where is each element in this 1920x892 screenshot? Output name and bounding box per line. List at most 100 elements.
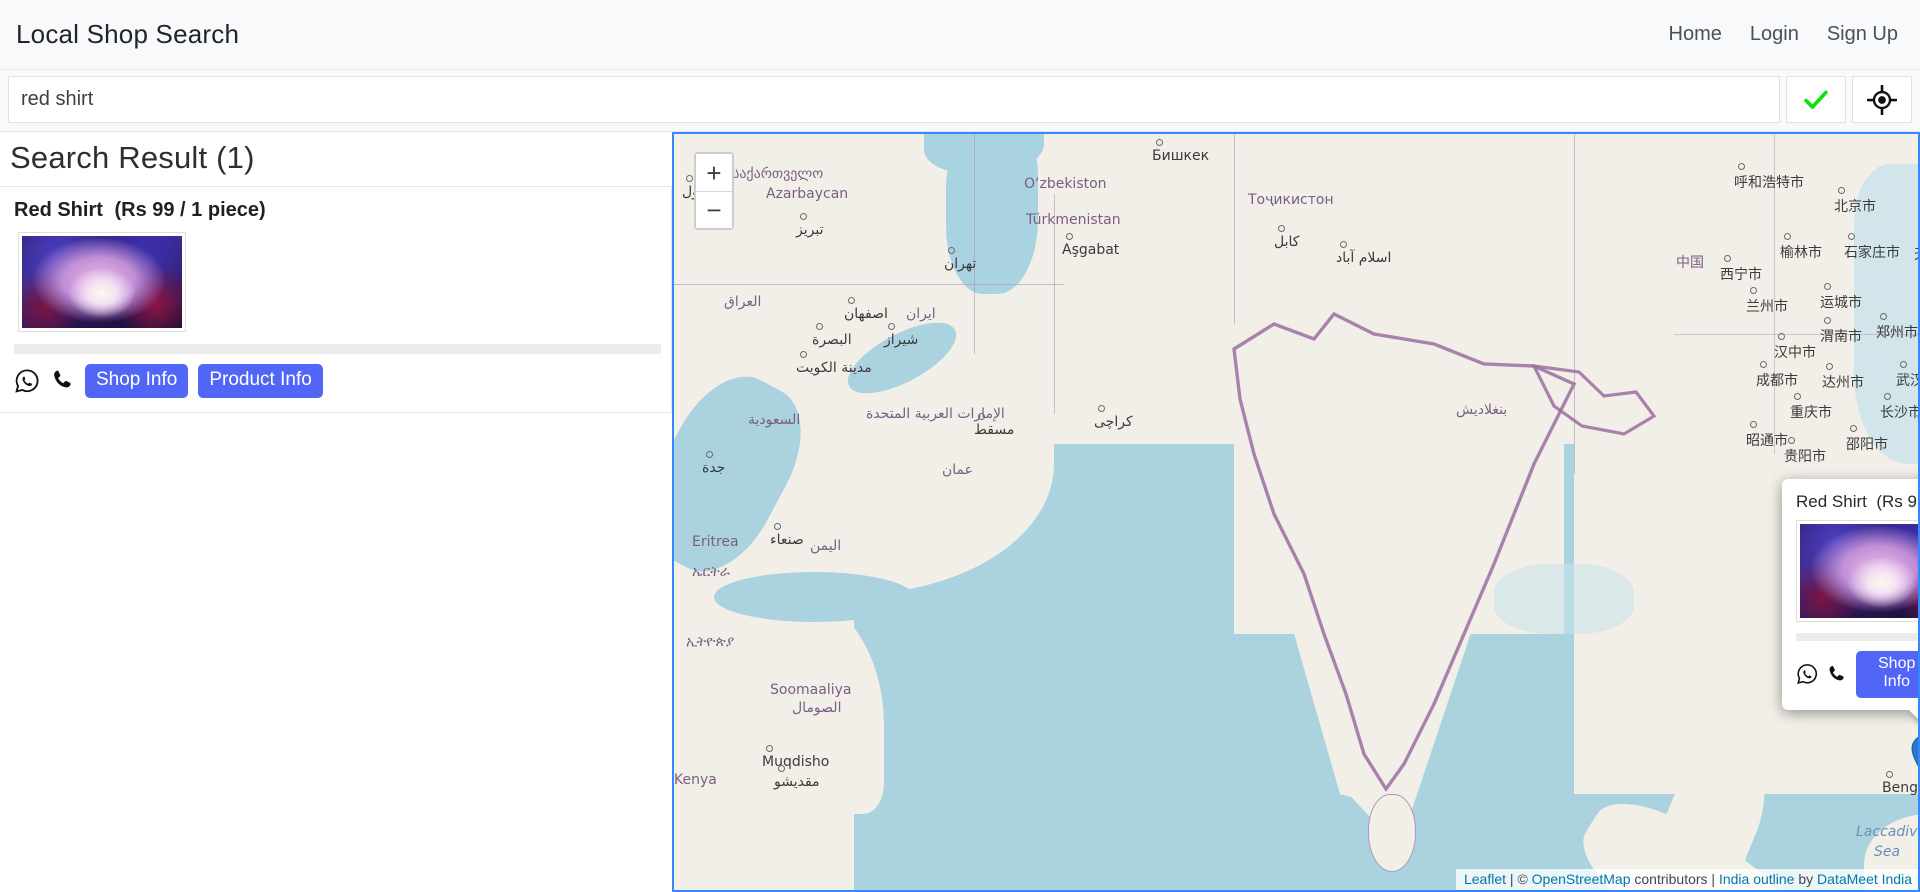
- map-city-dot: [1826, 363, 1833, 370]
- shop-location-marker[interactable]: [1910, 734, 1920, 783]
- whatsapp-icon[interactable]: [1796, 662, 1818, 686]
- map-city-dot: [1848, 233, 1855, 240]
- map-city-dot: [706, 451, 713, 458]
- result-card-header: Red Shirt (Rs 99 / 1 piece): [0, 187, 671, 228]
- map-city-dot: [1156, 139, 1163, 146]
- map-city-dot: [1098, 405, 1105, 412]
- map-attribution: Leaflet | © OpenStreetMap contributors |…: [1456, 869, 1918, 890]
- attr-by: by: [1794, 871, 1817, 887]
- popup-product-image: [1800, 524, 1920, 618]
- map-city-dot: [816, 323, 823, 330]
- attr-sep-1: | ©: [1506, 871, 1532, 887]
- popup-content: Red Shirt (Rs 99 / 1 piece) Shop Info: [1782, 479, 1920, 710]
- result-product-price: (Rs 99 / 1 piece): [108, 199, 265, 221]
- main-nav: Home Login Sign Up: [1669, 23, 1898, 46]
- map-pin-icon: [1910, 734, 1920, 778]
- result-product-name: Red Shirt: [14, 199, 103, 221]
- popup-product-price: (Rs 99 / 1 piece): [1876, 492, 1920, 511]
- map-city-dot: [1886, 771, 1893, 778]
- zoom-in-button[interactable]: +: [696, 154, 732, 191]
- result-card-actions: Shop Info Product Info: [0, 354, 671, 412]
- product-info-button[interactable]: Product Info: [198, 364, 322, 398]
- border-line-5: [1574, 132, 1575, 474]
- nav-home[interactable]: Home: [1669, 23, 1722, 46]
- map-city-dot: [800, 213, 807, 220]
- locate-crosshair-icon: [1867, 85, 1897, 115]
- map-city-dot: [1824, 317, 1831, 324]
- map-city-dot: [1784, 233, 1791, 240]
- border-line-6: [1674, 334, 1920, 335]
- border-line-3: [672, 284, 1064, 285]
- map-city-dot: [1824, 283, 1831, 290]
- locate-me-button[interactable]: [1852, 76, 1912, 123]
- map-city-dot: [1724, 255, 1731, 262]
- check-icon: [1802, 86, 1830, 114]
- map-city-dot: [1794, 393, 1801, 400]
- map-city-dot: [766, 745, 773, 752]
- map-marker-popup: × Red Shirt (Rs 99 / 1 piece): [1782, 479, 1920, 710]
- search-bar: [0, 70, 1920, 132]
- top-navbar: Local Shop Search Home Login Sign Up: [0, 0, 1920, 70]
- attr-contributors: contributors |: [1631, 871, 1719, 887]
- map-city-dot: [1750, 421, 1757, 428]
- map-city-dot: [948, 247, 955, 254]
- map-city-dot: [848, 297, 855, 304]
- india-outline-link[interactable]: India outline: [1719, 871, 1795, 887]
- map-city-dot: [1900, 361, 1907, 368]
- map-city-dot: [1066, 233, 1073, 240]
- map-city-dot: [1340, 241, 1347, 248]
- popup-product-name: Red Shirt: [1796, 492, 1867, 511]
- zoom-out-button[interactable]: −: [696, 191, 732, 228]
- border-line-2: [1234, 132, 1235, 324]
- search-submit-button[interactable]: [1786, 76, 1846, 123]
- popup-divider: [1796, 633, 1920, 641]
- search-results-panel: Search Result (1) Red Shirt (Rs 99 / 1 p…: [0, 132, 672, 892]
- nav-login[interactable]: Login: [1750, 23, 1799, 46]
- map-zoom-control: + −: [694, 152, 734, 230]
- map-city-dot: [1884, 393, 1891, 400]
- map-city-dot: [888, 323, 895, 330]
- search-input[interactable]: [8, 76, 1780, 123]
- land-somalia: [734, 594, 884, 814]
- map-city-dot: [1880, 313, 1887, 320]
- map-city-dot: [1850, 425, 1857, 432]
- openstreetmap-link[interactable]: OpenStreetMap: [1532, 871, 1631, 887]
- search-result-heading: Search Result (1): [0, 132, 672, 186]
- map-city-dot: [1750, 287, 1757, 294]
- land-sri-lanka: [1368, 794, 1416, 872]
- app-brand-title: Local Shop Search: [16, 19, 239, 50]
- popup-shop-info-button[interactable]: Shop Info: [1856, 651, 1920, 698]
- result-card[interactable]: Red Shirt (Rs 99 / 1 piece) Shop Info Pr…: [0, 186, 672, 413]
- map-container[interactable]: БишкекსაქართველოO‘zbekistonاستانبولAzarb…: [672, 132, 1920, 892]
- map-tiles[interactable]: БишкекსაქართველოO‘zbekistonاستانبولAzarb…: [674, 134, 1918, 890]
- leaflet-link[interactable]: Leaflet: [1464, 871, 1506, 887]
- result-image-frame: [18, 232, 186, 332]
- border-line-7: [1774, 132, 1775, 454]
- shelf-china-sea: [1854, 164, 1920, 464]
- map-city-dot: [1778, 333, 1785, 340]
- phone-icon[interactable]: [1826, 663, 1847, 686]
- nav-signup[interactable]: Sign Up: [1827, 23, 1898, 46]
- popup-title-row: Red Shirt (Rs 99 / 1 piece): [1796, 492, 1920, 512]
- result-product-image: [22, 236, 182, 328]
- border-line-4: [1054, 194, 1055, 414]
- map-city-dot: [1760, 361, 1767, 368]
- map-city-dot: [800, 351, 807, 358]
- popup-image-frame: [1796, 520, 1920, 622]
- card-divider: [14, 344, 661, 354]
- phone-icon[interactable]: [50, 368, 75, 393]
- popup-actions: Shop Info Product Info: [1796, 641, 1920, 698]
- whatsapp-icon[interactable]: [14, 368, 40, 394]
- map-city-dot: [1738, 163, 1745, 170]
- map-city-dot: [1788, 437, 1795, 444]
- content-split: Search Result (1) Red Shirt (Rs 99 / 1 p…: [0, 132, 1920, 892]
- popup-tip: [1909, 710, 1920, 721]
- map-city-dot: [774, 523, 781, 530]
- water-gulf-of-aden: [714, 572, 914, 622]
- map-city-dot: [978, 413, 985, 420]
- map-city-dot: [1838, 187, 1845, 194]
- map-city-dot: [778, 765, 785, 772]
- map-city-dot: [686, 175, 693, 182]
- datameet-link[interactable]: DataMeet India: [1817, 871, 1912, 887]
- shop-info-button[interactable]: Shop Info: [85, 364, 188, 398]
